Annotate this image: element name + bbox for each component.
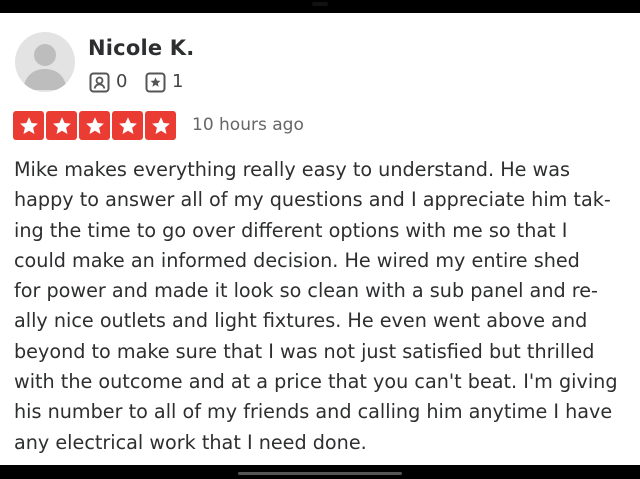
star-icon <box>118 116 137 134</box>
home-indicator[interactable] <box>238 472 402 475</box>
rating-star <box>145 111 176 140</box>
friends-stat: 0 <box>89 71 127 93</box>
star-icon <box>151 116 170 134</box>
review-text-line: beyond to make sure that I was not just … <box>14 339 595 363</box>
review-text-line: his number to all of my friends and call… <box>14 400 613 424</box>
rating-star <box>13 111 44 140</box>
review-text-line: happy to answer all of my questions and … <box>14 188 611 212</box>
review-text-line: ally nice outlets and light fixtures. He… <box>14 309 588 333</box>
star-icon <box>52 116 71 134</box>
review-timestamp: 10 hours ago <box>192 115 304 135</box>
review-text-line: any electrical work that I need done. <box>14 430 367 454</box>
top-status-bar <box>0 0 640 13</box>
rating-star <box>79 111 110 140</box>
friends-icon <box>89 72 110 92</box>
rating-star <box>112 111 143 140</box>
review-text-line: could make an informed decision. He wire… <box>14 248 580 272</box>
review-star-icon <box>145 72 166 92</box>
reviewer-name[interactable]: Nicole K. <box>88 35 194 61</box>
reviews-stat: 1 <box>145 71 183 93</box>
friends-count: 0 <box>116 71 128 92</box>
default-avatar-icon <box>23 44 67 90</box>
star-icon <box>85 116 104 134</box>
review-text-line: Mike makes everything really easy to und… <box>14 158 570 181</box>
rating-star <box>46 111 77 140</box>
avatar[interactable] <box>15 32 75 92</box>
review-text-line: with the outcome and at a price that you… <box>14 370 618 394</box>
review-card: Nicole K. 0 1 10 hours ago Mike makes ev… <box>0 13 640 465</box>
star-rating <box>13 111 178 140</box>
camera-notch <box>312 2 328 6</box>
review-text-line: for power and made it look so clean with… <box>14 279 598 303</box>
reviews-count: 1 <box>172 71 184 92</box>
review-text-line: ing the time to go over different option… <box>14 218 568 242</box>
review-text: Mike makes everything really easy to und… <box>14 155 634 458</box>
star-icon <box>19 116 38 134</box>
